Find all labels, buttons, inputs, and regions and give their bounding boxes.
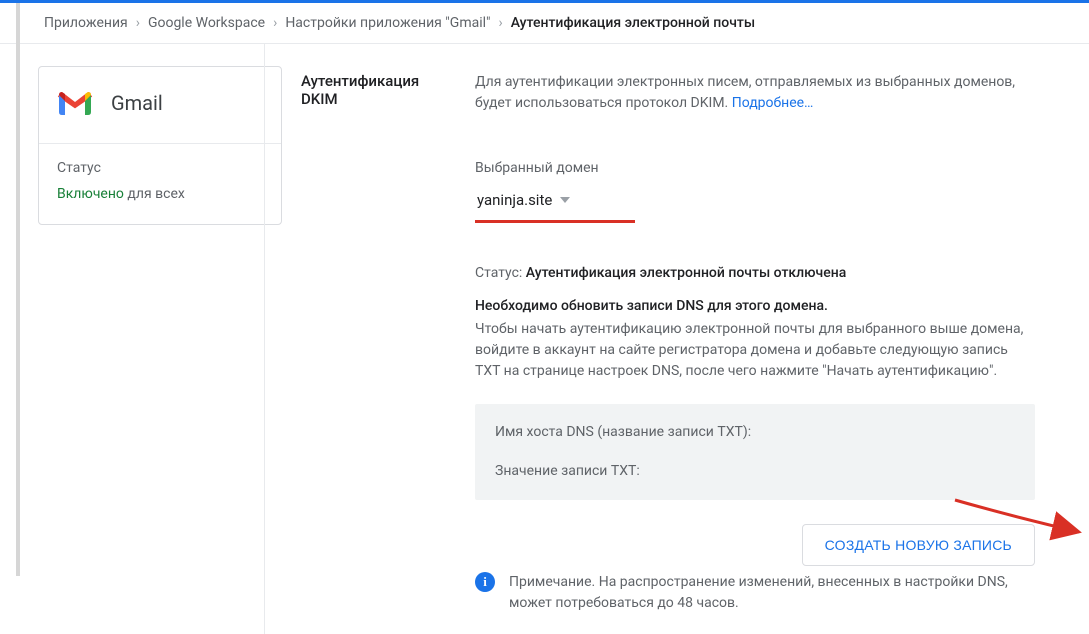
dns-update-desc: Чтобы начать аутентификацию электронной … <box>475 319 1035 382</box>
domain-select[interactable]: yaninja.site <box>475 187 576 218</box>
note-text: Примечание. На распространение изменений… <box>509 572 1035 614</box>
app-card: Gmail Статус Включено для всех <box>38 66 282 225</box>
sidebar: Gmail Статус Включено для всех <box>0 44 264 225</box>
status-value: Включено <box>57 186 124 202</box>
section-title: Аутентификация DKIM <box>301 72 451 614</box>
section-body: Для аутентификации электронных писем, от… <box>475 72 1035 614</box>
status-label: Статус <box>57 160 263 176</box>
gmail-icon <box>57 89 93 117</box>
status-scope-text: для всех <box>127 186 184 202</box>
info-icon: i <box>475 572 495 592</box>
chevron-right-icon: › <box>136 15 140 31</box>
breadcrumb-link-gmail-settings[interactable]: Настройки приложения "Gmail" <box>285 15 490 31</box>
annotation-underline <box>475 220 635 223</box>
dns-value-label: Значение записи TXT: <box>495 461 1015 482</box>
note-row: i Примечание. На распространение изменен… <box>475 572 1035 614</box>
breadcrumb-current: Аутентификация электронной почты <box>511 15 755 31</box>
create-record-button[interactable]: СОЗДАТЬ НОВУЮ ЗАПИСЬ <box>802 524 1035 566</box>
app-title: Gmail <box>111 91 163 115</box>
domain-label: Выбранный домен <box>475 158 1035 179</box>
chevron-right-icon: › <box>273 15 277 31</box>
chevron-down-icon <box>560 197 570 203</box>
chevron-right-icon: › <box>499 15 503 31</box>
breadcrumb-link-workspace[interactable]: Google Workspace <box>148 15 265 31</box>
more-link[interactable]: Подробнее… <box>732 95 814 111</box>
dns-host-label: Имя хоста DNS (название записи TXT): <box>495 422 1015 443</box>
status-block: Статус Включено для всех <box>39 144 281 224</box>
breadcrumb: Приложения › Google Workspace › Настройк… <box>0 3 1089 44</box>
auth-status-line: Статус: Аутентификация электронной почты… <box>475 263 1035 284</box>
left-rail <box>0 3 20 576</box>
main: Аутентификация DKIM Для аутентификации э… <box>264 44 1089 634</box>
app-header: Gmail <box>39 67 281 144</box>
domain-value: yaninja.site <box>477 189 552 212</box>
breadcrumb-link-apps[interactable]: Приложения <box>44 15 128 31</box>
dns-update-heading: Необходимо обновить записи DNS для этого… <box>475 296 1035 317</box>
dns-record-box: Имя хоста DNS (название записи TXT): Зна… <box>475 404 1035 500</box>
